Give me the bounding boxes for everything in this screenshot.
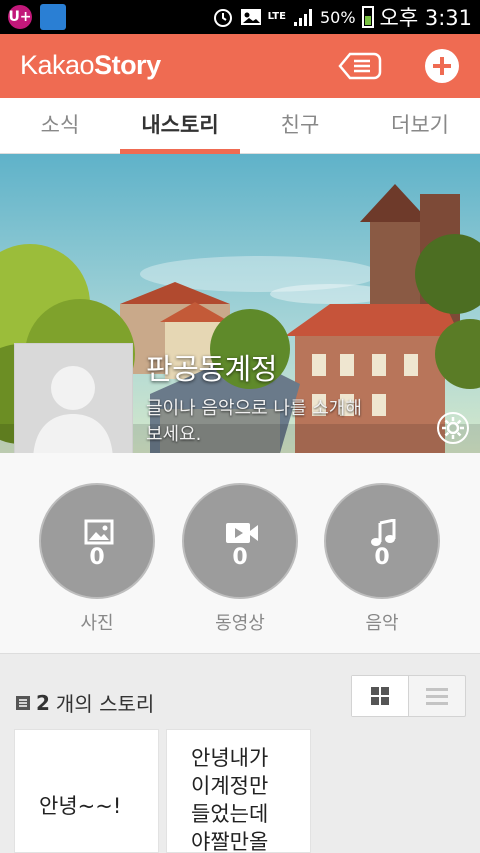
video-icon <box>226 523 258 543</box>
story-count: 2 <box>36 690 50 715</box>
clock: 오후 3:31 <box>379 6 472 30</box>
list-icon <box>16 695 30 710</box>
music-counter[interactable]: 0 음악 <box>322 483 442 643</box>
profile-intro[interactable]: 글이나 음악으로 나를 소개해보세요. <box>146 396 366 448</box>
video-counter[interactable]: 0 동영상 <box>180 483 300 643</box>
photo-counter[interactable]: 0 사진 <box>37 483 157 643</box>
photo-count: 0 <box>89 545 105 570</box>
profile-avatar[interactable] <box>14 343 133 463</box>
view-toggle <box>351 675 466 717</box>
tab-my-story[interactable]: 내스토리 <box>120 98 240 154</box>
list-view-button[interactable] <box>409 676 465 716</box>
grid-view-button[interactable] <box>352 676 409 716</box>
status-right: LTE 50% 오후 3:31 <box>212 0 472 34</box>
app-header: KakaoStory <box>0 34 480 98</box>
video-circle: 0 <box>182 483 298 599</box>
profile-name: 판공동계정 <box>146 352 277 386</box>
carrier-icon: U+ <box>8 5 32 29</box>
story-count-suffix: 개의 스토리 <box>55 692 155 716</box>
list-view-icon <box>426 688 448 705</box>
lte-indicator: LTE <box>267 11 286 22</box>
battery-percent: 50% <box>319 7 356 27</box>
add-button[interactable] <box>424 48 460 84</box>
story-text: 안녕~~! <box>39 794 122 818</box>
settings-button[interactable] <box>436 411 470 445</box>
story-card[interactable]: 안녕내가 이계정만 들었는데 야짤만올 <box>166 729 311 853</box>
tab-news[interactable]: 소식 <box>0 98 120 153</box>
image-notify-icon <box>240 9 261 25</box>
plus-icon <box>425 49 459 83</box>
story-text: 안녕내가 이계정만 들었는데 야짤만올 <box>191 746 269 853</box>
tab-friends[interactable]: 친구 <box>240 98 360 153</box>
signal-icon <box>293 9 312 26</box>
logo-kakao: Kakao <box>20 50 95 80</box>
alarm-icon <box>213 9 232 27</box>
media-panel: 0 사진 0 동영상 0 음악 <box>0 453 480 654</box>
menu-button[interactable] <box>334 48 382 84</box>
tab-more[interactable]: 더보기 <box>360 98 480 153</box>
list-menu-icon <box>338 52 382 80</box>
music-label: 음악 <box>365 613 399 634</box>
story-count-header: 2 개의 스토리 <box>16 688 154 717</box>
status-bar: U+ LTE 50% 오후 3:31 <box>0 0 480 34</box>
video-count: 0 <box>232 545 248 570</box>
music-count: 0 <box>374 545 390 570</box>
gear-icon <box>437 412 469 444</box>
default-person-icon <box>33 366 113 462</box>
logo-story: Story <box>94 50 161 80</box>
story-card[interactable]: 안녕~~! <box>14 729 159 853</box>
video-label: 동영상 <box>215 613 265 634</box>
music-note-icon <box>371 519 396 546</box>
photo-circle: 0 <box>39 483 155 599</box>
photo-label: 사진 <box>80 613 114 634</box>
grid-icon <box>371 687 389 705</box>
app-logo: KakaoStory <box>20 50 161 81</box>
music-circle: 0 <box>324 483 440 599</box>
battery-icon <box>361 6 374 28</box>
wifi-app-icon <box>40 4 66 30</box>
main-tabs: 소식 내스토리 친구 더보기 <box>0 98 480 154</box>
photo-icon <box>84 519 114 545</box>
